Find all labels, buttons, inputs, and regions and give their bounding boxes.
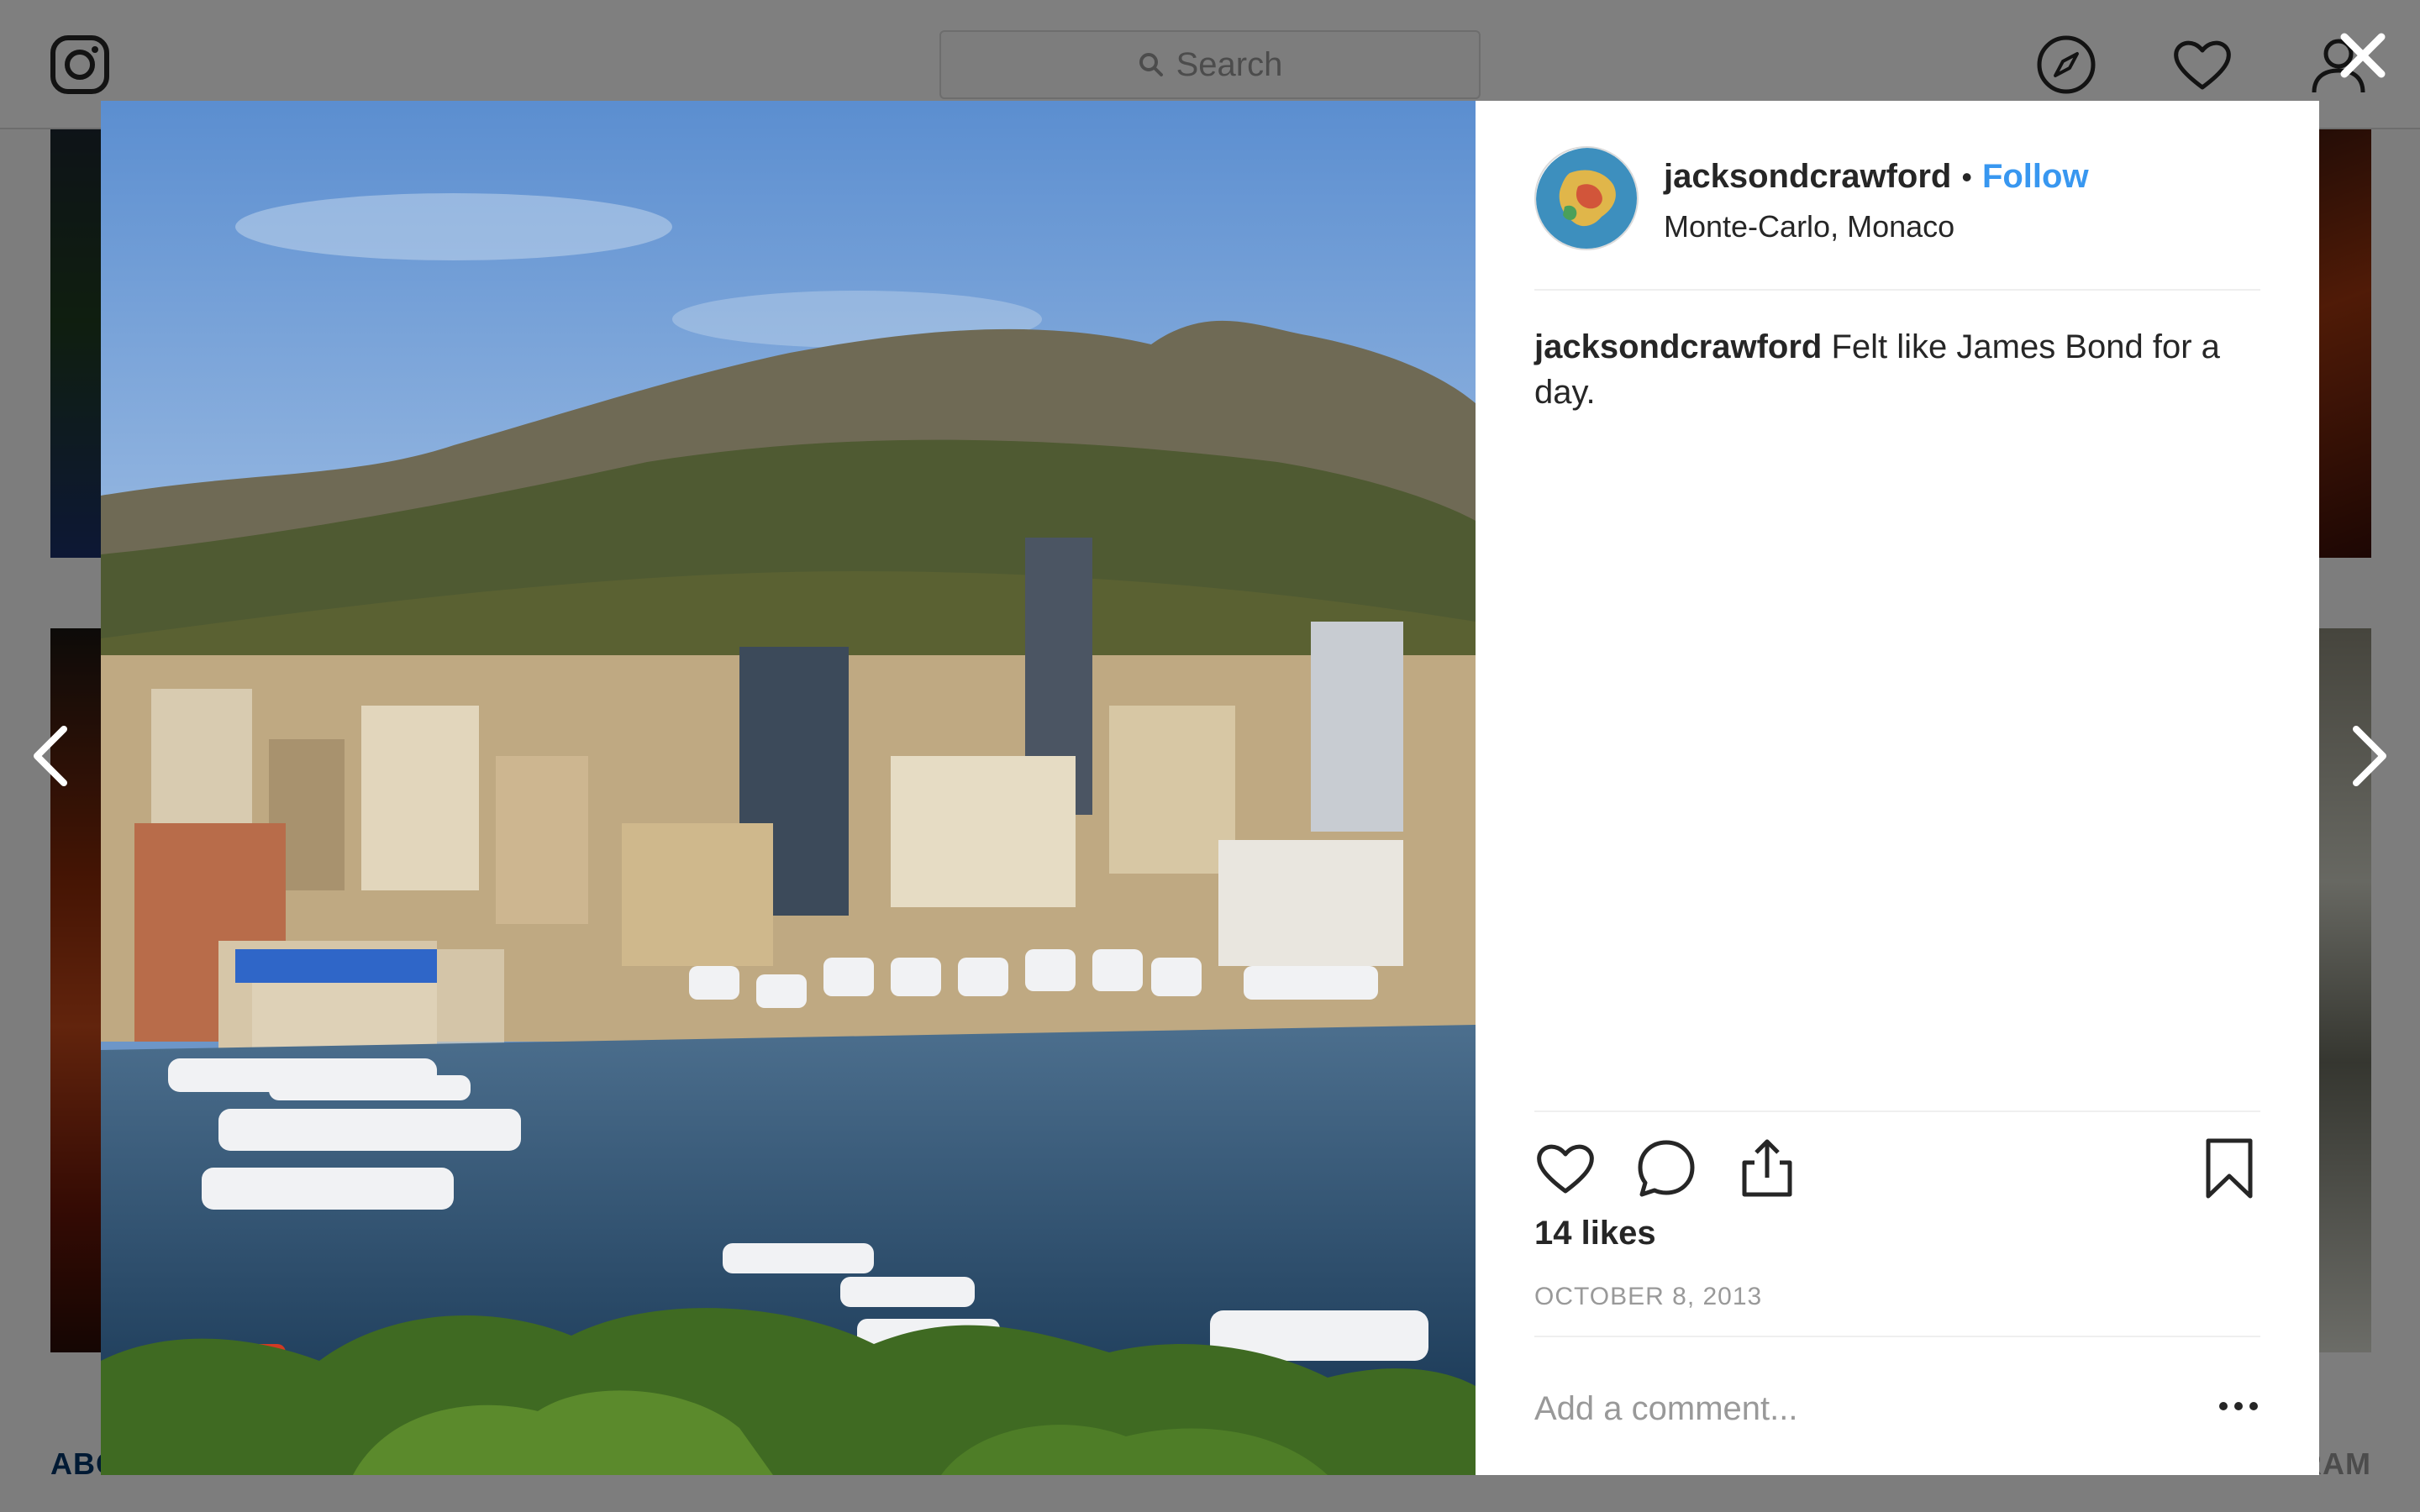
post-header: jacksondcrawford • Follow Monte-Carlo, M… bbox=[1534, 146, 2260, 291]
post-sidebar: jacksondcrawford • Follow Monte-Carlo, M… bbox=[1476, 101, 2319, 1475]
share-icon[interactable] bbox=[1736, 1137, 1798, 1200]
post-date: OCTOBER 8, 2013 bbox=[1534, 1283, 1763, 1310]
close-icon[interactable] bbox=[2333, 25, 2393, 86]
comment-icon[interactable] bbox=[1635, 1137, 1697, 1200]
comment-box bbox=[1534, 1336, 2260, 1475]
comment-input[interactable] bbox=[1534, 1371, 2173, 1446]
chevron-right-icon[interactable] bbox=[2344, 722, 2395, 790]
more-icon[interactable] bbox=[2217, 1389, 2260, 1423]
follow-button[interactable]: Follow bbox=[1982, 158, 2089, 196]
likes-count[interactable]: 14 likes bbox=[1534, 1215, 2260, 1252]
separator-dot: • bbox=[1961, 159, 1972, 194]
post-author-username[interactable]: jacksondcrawford bbox=[1664, 158, 1951, 196]
post-location[interactable]: Monte-Carlo, Monaco bbox=[1664, 209, 2089, 244]
chevron-left-icon[interactable] bbox=[25, 722, 76, 790]
post-actions: 14 likes OCTOBER 8, 2013 bbox=[1534, 1110, 2260, 1311]
caption-username[interactable]: jacksondcrawford bbox=[1534, 328, 1822, 365]
post-photo[interactable] bbox=[101, 101, 1476, 1475]
post-modal: jacksondcrawford • Follow Monte-Carlo, M… bbox=[101, 101, 2319, 1475]
avatar[interactable] bbox=[1534, 146, 1639, 250]
post-caption: jacksondcrawford Felt like James Bond fo… bbox=[1534, 324, 2260, 415]
bookmark-icon[interactable] bbox=[2198, 1137, 2260, 1200]
like-icon[interactable] bbox=[1534, 1137, 1597, 1200]
